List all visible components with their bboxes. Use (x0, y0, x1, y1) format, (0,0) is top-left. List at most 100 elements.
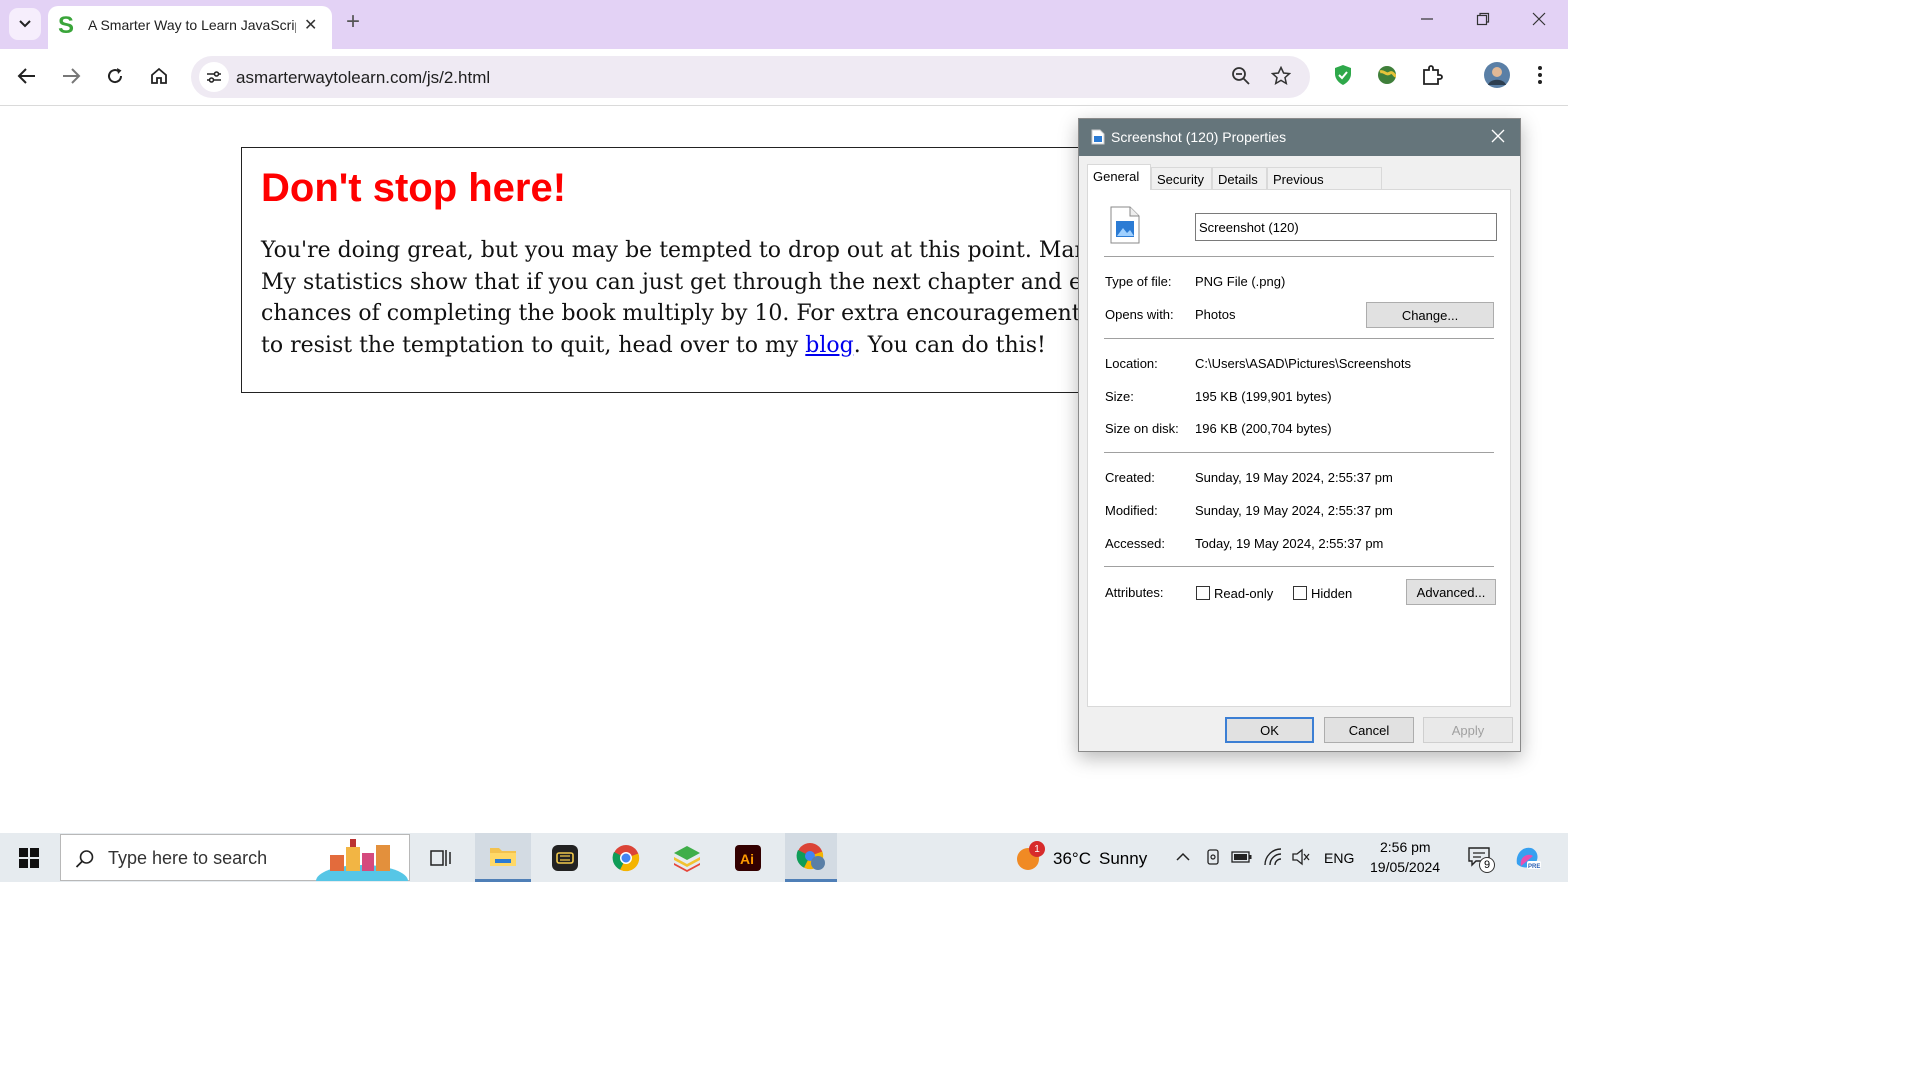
file-name-input[interactable] (1199, 216, 1489, 238)
keyboard-app-button[interactable] (537, 833, 593, 882)
search-icon (75, 850, 94, 868)
bluestacks-icon (674, 845, 700, 872)
paragraph-text: to resist the temptation to quit, head o… (261, 332, 806, 358)
size-value: 195 KB (199,901 bytes) (1195, 389, 1332, 404)
browser-tab-bar: S A Smarter Way to Learn JavaScript ✕ + (0, 0, 1568, 49)
windows-taskbar: Type here to search Ai 1 36°C Sunny ENG … (0, 833, 1568, 882)
restore-icon[interactable] (1476, 10, 1490, 31)
shield-extension-icon[interactable] (1333, 64, 1353, 91)
dialog-close-icon[interactable] (1491, 127, 1505, 148)
hidden-checkbox[interactable] (1293, 586, 1307, 600)
dialog-title: Screenshot (120) Properties (1111, 129, 1287, 145)
file-name-field[interactable] (1195, 213, 1497, 241)
volume-muted-icon[interactable] (1291, 848, 1311, 871)
change-button[interactable]: Change... (1366, 302, 1494, 328)
weather-temperature[interactable]: 36°C (1053, 849, 1091, 869)
modified-label: Modified: (1105, 503, 1158, 518)
bookmark-star-icon[interactable] (1270, 65, 1292, 91)
task-view-button[interactable] (418, 833, 464, 882)
url-text: asmarterwaytolearn.com/js/2.html (236, 68, 491, 87)
notification-count: 9 (1479, 857, 1495, 873)
globe-extension-icon[interactable] (1376, 64, 1398, 91)
illustrator-button[interactable]: Ai (720, 833, 776, 882)
reload-button[interactable] (101, 62, 129, 90)
menu-kebab-icon[interactable] (1533, 64, 1547, 91)
forward-button[interactable] (57, 62, 85, 90)
minimize-icon[interactable] (1420, 10, 1434, 31)
back-button[interactable] (13, 62, 41, 90)
created-value: Sunday, 19 May 2024, 2:55:37 pm (1195, 470, 1393, 485)
chrome-profile-button[interactable] (785, 833, 837, 882)
location-value: C:\Users\ASAD\Pictures\Screenshots (1195, 356, 1412, 371)
opens-with-label: Opens with: (1105, 307, 1174, 322)
apply-button[interactable]: Apply (1423, 717, 1513, 743)
created-label: Created: (1105, 470, 1155, 485)
chrome-button[interactable] (598, 833, 654, 882)
zoom-icon[interactable] (1231, 66, 1251, 91)
accessed-label: Accessed: (1105, 536, 1165, 551)
wifi-icon[interactable] (1263, 847, 1283, 872)
readonly-label[interactable]: Read-only (1214, 586, 1273, 601)
new-tab-button[interactable]: + (346, 10, 360, 34)
accessed-value: Today, 19 May 2024, 2:55:37 pm (1195, 536, 1384, 551)
paragraph-line: chances of completing the book multiply … (261, 301, 1101, 326)
start-button[interactable] (0, 833, 58, 882)
type-value: PNG File (.png) (1195, 274, 1286, 289)
type-label: Type of file: (1105, 274, 1172, 289)
meet-now-icon[interactable] (1205, 848, 1223, 871)
divider (1104, 338, 1494, 339)
advanced-button[interactable]: Advanced... (1406, 579, 1496, 605)
language-indicator[interactable]: ENG (1324, 850, 1354, 866)
arrow-left-icon (17, 68, 35, 84)
browser-tab[interactable]: S A Smarter Way to Learn JavaScript ✕ (48, 6, 332, 49)
paragraph-line: to resist the temptation to quit, head o… (261, 330, 1100, 362)
extensions-puzzle-icon[interactable] (1421, 64, 1443, 91)
clock-time[interactable]: 2:56 pm (1380, 839, 1431, 855)
tab-previous-versions[interactable]: Previous Versions (1267, 167, 1382, 202)
arrow-right-icon (63, 68, 81, 84)
address-bar[interactable]: asmarterwaytolearn.com/js/2.html (191, 56, 1310, 98)
cancel-button[interactable]: Cancel (1324, 717, 1414, 743)
divider (1104, 256, 1494, 257)
windows-logo-icon (19, 847, 39, 868)
site-favicon-icon: S (58, 12, 75, 39)
hidden-label[interactable]: Hidden (1311, 586, 1352, 601)
battery-icon[interactable] (1231, 849, 1253, 870)
browser-toolbar: asmarterwaytolearn.com/js/2.html (0, 49, 1568, 106)
tab-details[interactable]: Details (1212, 167, 1267, 189)
size-label: Size: (1105, 389, 1134, 404)
bluestacks-button[interactable] (659, 833, 715, 882)
notification-icon[interactable]: 9 (1468, 847, 1495, 873)
ok-button[interactable]: OK (1225, 717, 1314, 743)
taskbar-search[interactable]: Type here to search (60, 834, 410, 881)
size-on-disk-value: 196 KB (200,704 bytes) (1195, 421, 1332, 436)
divider (1104, 566, 1494, 567)
search-highlight-illustration-icon (316, 839, 408, 881)
chrome-profile-icon (796, 843, 825, 870)
close-tab-icon[interactable]: ✕ (304, 15, 317, 35)
weather-description[interactable]: Sunny (1099, 849, 1147, 869)
site-info-icon[interactable] (199, 62, 229, 92)
location-label: Location: (1105, 356, 1158, 371)
close-window-icon[interactable] (1532, 10, 1546, 31)
weather-widget-icon[interactable]: 1 (1015, 841, 1045, 872)
paragraph-line: My statistics show that if you can just … (261, 269, 1101, 295)
image-file-icon (1091, 129, 1105, 145)
dialog-titlebar[interactable]: Screenshot (120) Properties (1079, 119, 1520, 156)
readonly-checkbox[interactable] (1196, 586, 1210, 600)
chevron-up-icon[interactable] (1175, 849, 1191, 870)
blog-link[interactable]: blog (805, 333, 853, 358)
tab-title: A Smarter Way to Learn JavaScript (88, 17, 296, 33)
home-button[interactable] (145, 62, 173, 90)
tab-general[interactable]: General (1087, 164, 1151, 190)
page-heading: Don't stop here! (261, 166, 567, 210)
clock-date[interactable]: 19/05/2024 (1370, 859, 1440, 875)
tab-search-button[interactable] (9, 8, 41, 40)
home-icon (151, 67, 167, 84)
tab-security[interactable]: Security (1151, 167, 1212, 189)
copilot-icon[interactable]: PRE (1513, 844, 1541, 877)
profile-avatar[interactable] (1484, 62, 1510, 93)
png-file-icon (1110, 206, 1140, 244)
file-explorer-button[interactable] (475, 833, 531, 882)
properties-dialog: Screenshot (120) Properties General Secu… (1078, 118, 1521, 752)
